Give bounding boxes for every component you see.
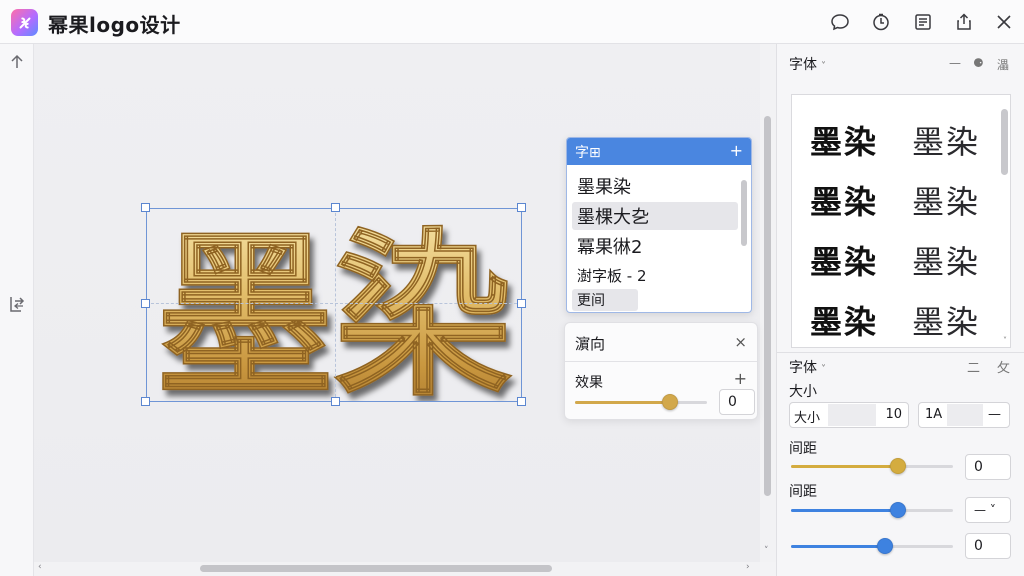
timer-icon[interactable] <box>870 11 892 33</box>
align-icon[interactable]: ⼆ <box>967 357 980 376</box>
line-height-track <box>947 404 983 426</box>
font-preview-item[interactable]: 墨染 <box>912 177 980 223</box>
effect-add-button[interactable]: + <box>734 369 747 388</box>
font-preview-grid: 墨染 墨染 墨染 墨染 墨染 墨染 墨染 墨染 ˅ <box>791 94 1011 348</box>
extra-slider-knob[interactable] <box>876 538 893 554</box>
right-properties-panel: 字体 ˅ — ⚈ 㵽 墨染 墨染 墨染 墨染 墨染 墨染 墨染 墨染 ˅ 字体 ˅ … <box>776 44 1024 576</box>
line-spacing-slider[interactable] <box>791 502 953 518</box>
chevron-down-icon: ˅ <box>821 61 826 72</box>
resize-handle-bottom[interactable] <box>331 397 340 406</box>
font-section-title: 字体 <box>789 57 817 73</box>
text-style-icon[interactable]: 㵽 <box>997 56 1009 73</box>
canvas-scrollbar-horizontal-thumb[interactable] <box>200 565 552 572</box>
effect-slider-knob[interactable] <box>662 394 679 410</box>
font-list-item[interactable]: 冪果㣩2 <box>572 232 738 260</box>
line-height-input[interactable]: 1A — <box>918 402 1010 428</box>
font-list-item-more[interactable]: 更间 <box>572 289 638 311</box>
font-preview-item[interactable]: 墨染 <box>810 297 878 343</box>
canvas-scrollbar-vertical-thumb[interactable] <box>764 116 771 496</box>
font-preview-item[interactable]: 墨染 <box>912 117 980 163</box>
resize-handle-top-left[interactable] <box>141 203 150 212</box>
font-preview-item[interactable]: 墨染 <box>810 117 878 163</box>
title-bar: 幂果logo设计 <box>0 0 1024 44</box>
chat-icon[interactable] <box>829 11 851 33</box>
canvas-scrollbar-horizontal[interactable]: ‹ › <box>34 562 760 576</box>
letter-spacing-value[interactable]: 0 <box>965 454 1011 480</box>
size-input[interactable]: 大小 10 <box>789 402 909 428</box>
close-icon[interactable] <box>993 11 1015 33</box>
swap-icon[interactable] <box>7 294 27 314</box>
effect-value-input[interactable]: 0 <box>719 389 755 415</box>
font-list-item[interactable]: 澍字板 - 2 <box>572 261 738 289</box>
center-guide-vertical <box>335 208 336 402</box>
line-spacing-dropdown[interactable]: — ˅ <box>965 497 1011 523</box>
arrow-up-icon[interactable] <box>7 52 27 72</box>
spacing-title-2: 间距 <box>789 484 817 500</box>
size-input-label: 大小 <box>794 411 821 426</box>
scroll-left-icon[interactable]: ‹ <box>38 562 42 572</box>
share-icon[interactable] <box>953 11 975 33</box>
letter-spacing-slider[interactable] <box>791 458 953 474</box>
scroll-down-icon[interactable]: ˅ <box>1003 336 1007 345</box>
resize-handle-top[interactable] <box>331 203 340 212</box>
font-preview-item[interactable]: 墨染 <box>810 177 878 223</box>
extra-slider[interactable] <box>791 538 953 554</box>
left-toolbar <box>0 44 34 576</box>
font-popup-scrollbar[interactable] <box>741 180 747 246</box>
font-popup-add-button[interactable]: + <box>730 141 743 160</box>
effect-panel-close-button[interactable]: × <box>734 333 747 351</box>
divider <box>777 352 1024 353</box>
effect-label: 效果 <box>575 375 603 391</box>
line-spacing-slider-knob[interactable] <box>889 502 906 518</box>
letter-spacing-slider-knob[interactable] <box>889 458 906 474</box>
spacing-title-1: 间距 <box>789 441 817 457</box>
size-input-value: 10 <box>885 407 902 422</box>
resize-handle-bottom-right[interactable] <box>517 397 526 406</box>
toggle-icon[interactable]: ⚈ <box>973 56 984 70</box>
app-title: 幂果logo设计 <box>48 13 181 37</box>
font-subsection-header[interactable]: 字体 ˅ <box>789 357 826 377</box>
line-height-action[interactable]: — <box>988 407 1001 422</box>
scroll-down-icon[interactable]: ˅ <box>764 546 769 556</box>
effect-panel-title: 濵向 <box>575 335 606 353</box>
font-popup-header: 字⊞ + <box>567 138 751 165</box>
font-subsection-title: 字体 <box>789 360 817 376</box>
effect-panel: 濵向 × 效果 + 0 <box>564 322 758 420</box>
font-list-item-selected[interactable]: 墨棵大㐇 <box>572 202 738 230</box>
canvas-scrollbar-vertical[interactable]: ˅ <box>760 44 776 562</box>
resize-handle-bottom-left[interactable] <box>141 397 150 406</box>
font-popup-title: 字⊞ <box>575 144 601 161</box>
font-section-header[interactable]: 字体 ˅ <box>789 54 826 74</box>
size-title: 大小 <box>789 384 817 400</box>
divider <box>565 361 757 362</box>
app-logo-icon <box>11 9 38 36</box>
font-preview-item[interactable]: 墨染 <box>912 237 980 283</box>
effect-slider[interactable] <box>575 394 707 410</box>
style-icon[interactable]: ⺙ <box>997 357 1010 376</box>
line-height-label: 1A <box>925 407 943 422</box>
resize-handle-right[interactable] <box>517 299 526 308</box>
center-guide-horizontal <box>146 303 522 304</box>
font-preview-item[interactable]: 墨染 <box>810 237 878 283</box>
chevron-down-icon: ˅ <box>821 364 826 375</box>
resize-handle-top-right[interactable] <box>517 203 526 212</box>
layout-icon[interactable] <box>912 11 934 33</box>
font-family-popup: 字⊞ + 墨果染 墨棵大㐇 冪果㣩2 澍字板 - 2 更间 <box>566 137 752 313</box>
preview-scrollbar[interactable] <box>1001 109 1008 175</box>
size-input-track <box>828 404 876 426</box>
font-preview-item[interactable]: 墨染 <box>912 297 980 343</box>
scroll-right-icon[interactable]: › <box>746 562 750 572</box>
minimize-icon[interactable]: — <box>949 56 961 70</box>
selection-box[interactable] <box>146 208 522 402</box>
resize-handle-left[interactable] <box>141 299 150 308</box>
extra-value[interactable]: 0 <box>965 533 1011 559</box>
font-list-item[interactable]: 墨果染 <box>572 172 738 200</box>
